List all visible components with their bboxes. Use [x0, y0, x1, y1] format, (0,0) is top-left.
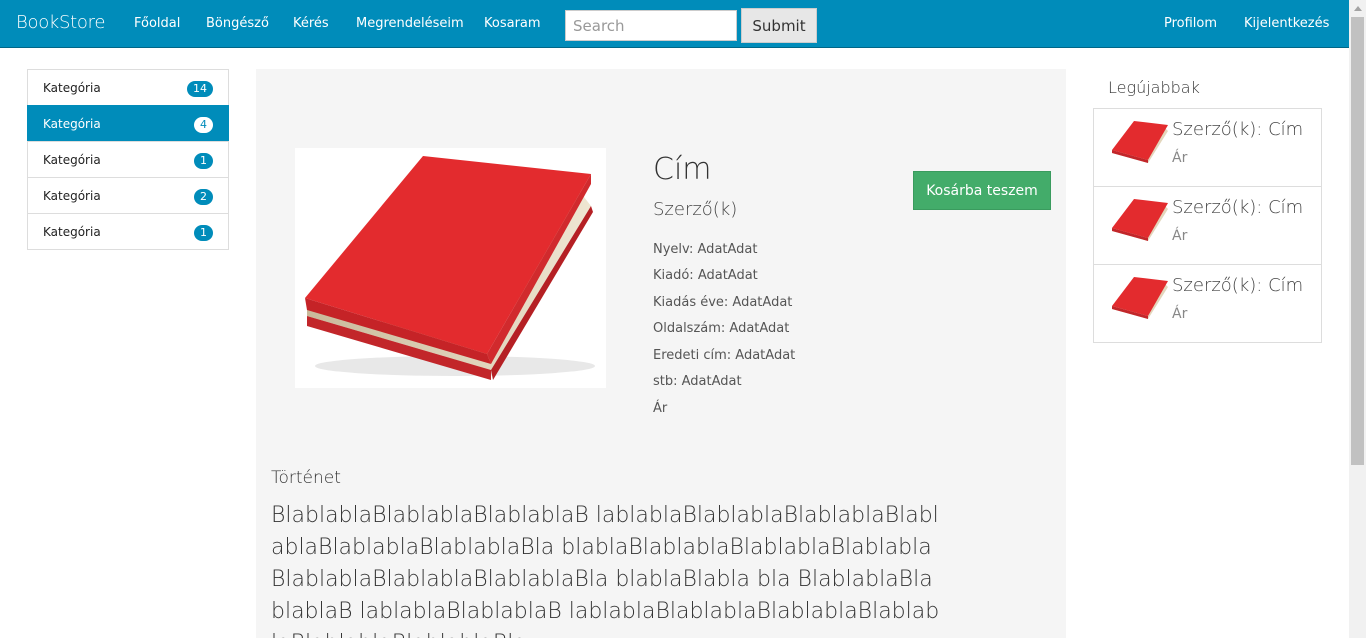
nav-link-request[interactable]: Kérés [293, 16, 329, 31]
book-author: Szerző(k) [653, 199, 738, 220]
book-attr-etc: stb: AdatAdat [653, 374, 742, 389]
search-input[interactable] [565, 10, 737, 41]
scrollbar-thumb[interactable] [1351, 17, 1364, 465]
add-to-cart-button[interactable]: Kosárba teszem [913, 171, 1051, 210]
book-attr-year: Kiadás éve: AdatAdat [653, 295, 793, 310]
category-count-badge: 2 [194, 189, 213, 205]
newest-heading: Legújabbak [1108, 78, 1200, 97]
newest-item[interactable]: Szerző(k): Cím Ár [1093, 186, 1322, 265]
book-attr-language: Nyelv: AdatAdat [653, 242, 758, 257]
category-count-badge: 1 [194, 225, 213, 241]
newest-item-price: Ár [1172, 150, 1188, 166]
category-item-active[interactable]: Kategória 4 [27, 105, 229, 142]
category-count-badge: 1 [194, 153, 213, 169]
nav-link-cart[interactable]: Kosaram [484, 16, 541, 31]
category-label: Kategória [43, 153, 101, 167]
nav-link-home[interactable]: Főoldal [134, 16, 180, 31]
newest-item-title: Szerző(k): Cím [1172, 119, 1304, 140]
search-submit-button[interactable]: Submit [741, 8, 817, 43]
book-title: Cím [653, 152, 712, 187]
nav-link-browse[interactable]: Böngésző [206, 16, 269, 31]
newest-item-price: Ár [1172, 228, 1188, 244]
top-navbar: BookStore Főoldal Böngésző Kérés Megrend… [0, 0, 1349, 48]
book-attr-publisher: Kiadó: AdatAdat [653, 268, 758, 283]
brand-logo[interactable]: BookStore [16, 12, 105, 33]
category-label: Kategória [43, 225, 101, 239]
newest-item-price: Ár [1172, 306, 1188, 322]
book-attr-pages: Oldalszám: AdatAdat [653, 321, 790, 336]
category-count-badge: 4 [194, 117, 213, 133]
story-text: BlablablaBlablablaBlablablaB lablablaBla… [271, 503, 940, 638]
category-label: Kategória [43, 117, 101, 131]
book-thumbnail-icon [1112, 121, 1168, 163]
category-item[interactable]: Kategória 1 [27, 141, 229, 178]
category-count-badge: 14 [187, 81, 213, 97]
book-thumbnail-icon [1112, 199, 1168, 241]
newest-item[interactable]: Szerző(k): Cím Ár [1093, 108, 1322, 187]
category-label: Kategória [43, 81, 101, 95]
nav-link-profile[interactable]: Profilom [1164, 16, 1217, 31]
book-attr-original-title: Eredeti cím: AdatAdat [653, 348, 796, 363]
newest-item-title: Szerző(k): Cím [1172, 197, 1304, 218]
newest-item[interactable]: Szerző(k): Cím Ár [1093, 264, 1322, 343]
category-item[interactable]: Kategória 2 [27, 177, 229, 214]
story-heading: Történet [271, 468, 341, 488]
nav-link-logout[interactable]: Kijelentkezés [1244, 16, 1329, 31]
category-item[interactable]: Kategória 1 [27, 213, 229, 250]
book-thumbnail-icon [1112, 277, 1168, 319]
book-price: Ár [653, 401, 668, 416]
scroll-up-arrow-icon[interactable] [1349, 0, 1366, 17]
nav-link-orders[interactable]: Megrendeléseim [356, 16, 464, 31]
book-cover-image [295, 148, 606, 388]
category-list: Kategória 14 Kategória 4 Kategória 1 Kat… [27, 69, 229, 250]
book-icon [305, 156, 595, 380]
newest-item-title: Szerző(k): Cím [1172, 275, 1304, 296]
newest-list: Szerző(k): Cím Ár Szerző(k): Cím Ár Szer… [1093, 108, 1322, 343]
category-item[interactable]: Kategória 14 [27, 69, 229, 106]
category-label: Kategória [43, 189, 101, 203]
